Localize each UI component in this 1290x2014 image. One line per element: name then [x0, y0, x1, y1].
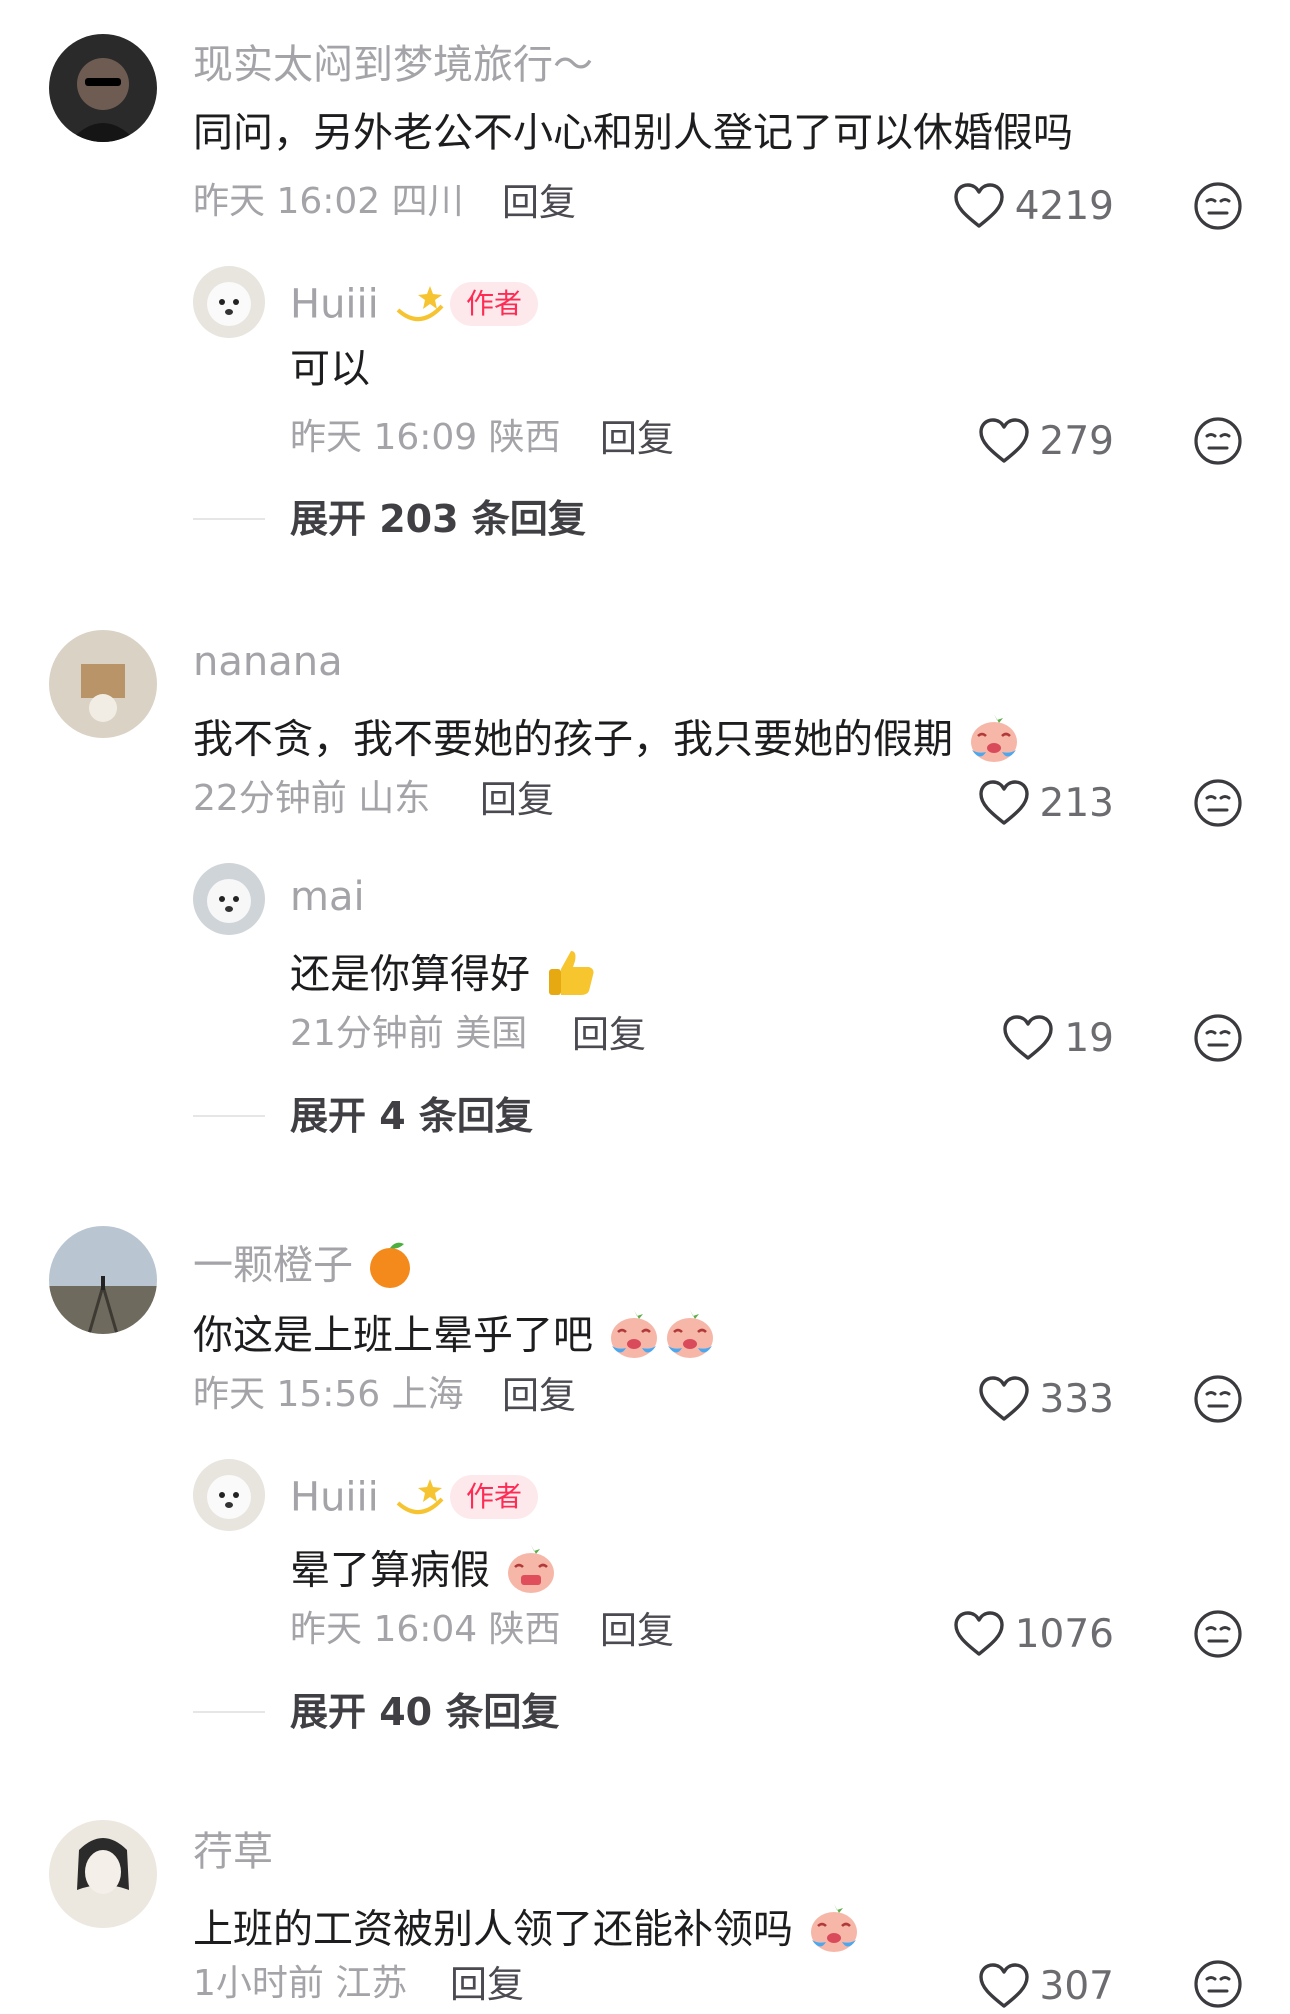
neutral-face-icon [1192, 1958, 1244, 2010]
heart-icon [978, 779, 1030, 827]
username[interactable]: 一颗橙子 [193, 1238, 414, 1297]
like-count: 19 [1064, 1015, 1114, 1061]
expand-replies-button[interactable]: 展开 203 条回复 [290, 500, 586, 538]
username[interactable]: 荇草 [193, 1832, 273, 1872]
avatar[interactable] [49, 1820, 157, 1928]
divider [193, 518, 265, 520]
reply-button[interactable]: 回复 [480, 781, 554, 818]
like-count: 4219 [1014, 183, 1114, 229]
neutral-face-icon [1192, 1608, 1244, 1660]
neutral-face-icon [1192, 777, 1244, 829]
dislike-button[interactable] [1192, 180, 1244, 232]
username[interactable]: Huiii [290, 1473, 448, 1526]
divider [193, 1115, 265, 1117]
reply-text: 可以 [290, 346, 370, 392]
username[interactable]: nanana [193, 642, 343, 682]
heart-icon [978, 1375, 1030, 1423]
author-badge: 作者 [450, 282, 539, 326]
like-count: 333 [1039, 1376, 1114, 1422]
crying-face-icon [966, 710, 1022, 773]
crying-face-icon [662, 1306, 718, 1369]
crying-face-icon [606, 1306, 662, 1369]
dislike-button[interactable] [1192, 1012, 1244, 1064]
like-button[interactable]: 213 [978, 775, 1114, 831]
comment-text: 你这是上班上晕乎了吧 [193, 1306, 718, 1369]
orange-icon [366, 1238, 414, 1297]
heart-icon [1002, 1014, 1054, 1062]
author-badge: 作者 [450, 1475, 539, 1519]
heart-icon [953, 1610, 1005, 1658]
thumbs-up-icon [543, 945, 599, 1008]
like-count: 213 [1039, 780, 1114, 826]
dislike-button[interactable] [1192, 1608, 1244, 1660]
username[interactable]: 现实太闷到梦境旅行～ [193, 45, 593, 85]
like-button[interactable]: 4219 [953, 178, 1114, 234]
neutral-face-icon [1192, 415, 1244, 467]
comment-text: 同问，另外老公不小心和别人登记了可以休婚假吗 [193, 110, 1073, 156]
reply-time-location: 21分钟前 美国 [290, 1013, 528, 1054]
comment-time-location: 22分钟前 山东 [193, 778, 431, 819]
like-button[interactable]: 19 [1002, 1010, 1114, 1066]
comment-time-location: 昨天 15:56 上海 [193, 1374, 464, 1415]
dislike-button[interactable] [1192, 415, 1244, 467]
like-count: 279 [1039, 418, 1114, 464]
neutral-face-icon [1192, 1012, 1244, 1064]
avatar[interactable] [193, 863, 265, 935]
like-button[interactable]: 279 [978, 413, 1114, 469]
neutral-face-icon [1192, 180, 1244, 232]
dislike-button[interactable] [1192, 1373, 1244, 1425]
reply-button[interactable]: 回复 [600, 1612, 674, 1649]
sick-face-icon [503, 1541, 559, 1604]
reply-text: 还是你算得好 [290, 945, 599, 1008]
reply-button[interactable]: 回复 [450, 1966, 524, 2003]
avatar[interactable] [49, 630, 157, 738]
reply-button[interactable]: 回复 [502, 184, 576, 221]
dizzy-star-icon [392, 1473, 448, 1526]
dislike-button[interactable] [1192, 777, 1244, 829]
expand-replies-button[interactable]: 展开 40 条回复 [290, 1693, 559, 1731]
heart-icon [978, 1962, 1030, 2010]
like-count: 307 [1039, 1963, 1114, 2009]
comment-time-location: 1小时前 江苏 [193, 1963, 408, 2004]
heart-icon [953, 182, 1005, 230]
comment-time-location: 昨天 16:02 四川 [193, 181, 464, 222]
reply-button[interactable]: 回复 [502, 1377, 576, 1414]
comment-text: 我不贪，我不要她的孩子，我只要她的假期 [193, 710, 1022, 773]
avatar[interactable] [193, 1459, 265, 1531]
heart-icon [978, 417, 1030, 465]
like-count: 1076 [1014, 1611, 1114, 1657]
like-button[interactable]: 307 [978, 1958, 1114, 2014]
reply-time-location: 昨天 16:09 陕西 [290, 417, 561, 458]
dislike-button[interactable] [1192, 1958, 1244, 2010]
neutral-face-icon [1192, 1373, 1244, 1425]
avatar[interactable] [49, 34, 157, 142]
comment-text: 上班的工资被别人领了还能补领吗 [193, 1900, 862, 1963]
username[interactable]: Huiii [290, 280, 448, 333]
avatar[interactable] [49, 1226, 157, 1334]
divider [193, 1711, 265, 1713]
reply-text: 晕了算病假 [290, 1541, 559, 1604]
reply-button[interactable]: 回复 [572, 1016, 646, 1053]
crying-face-icon [806, 1900, 862, 1963]
expand-replies-button[interactable]: 展开 4 条回复 [290, 1097, 533, 1135]
avatar[interactable] [193, 266, 265, 338]
like-button[interactable]: 1076 [953, 1606, 1114, 1662]
reply-button[interactable]: 回复 [600, 420, 674, 457]
reply-time-location: 昨天 16:04 陕西 [290, 1609, 561, 1650]
dizzy-star-icon [392, 280, 448, 333]
username[interactable]: mai [290, 877, 365, 917]
like-button[interactable]: 333 [978, 1371, 1114, 1427]
